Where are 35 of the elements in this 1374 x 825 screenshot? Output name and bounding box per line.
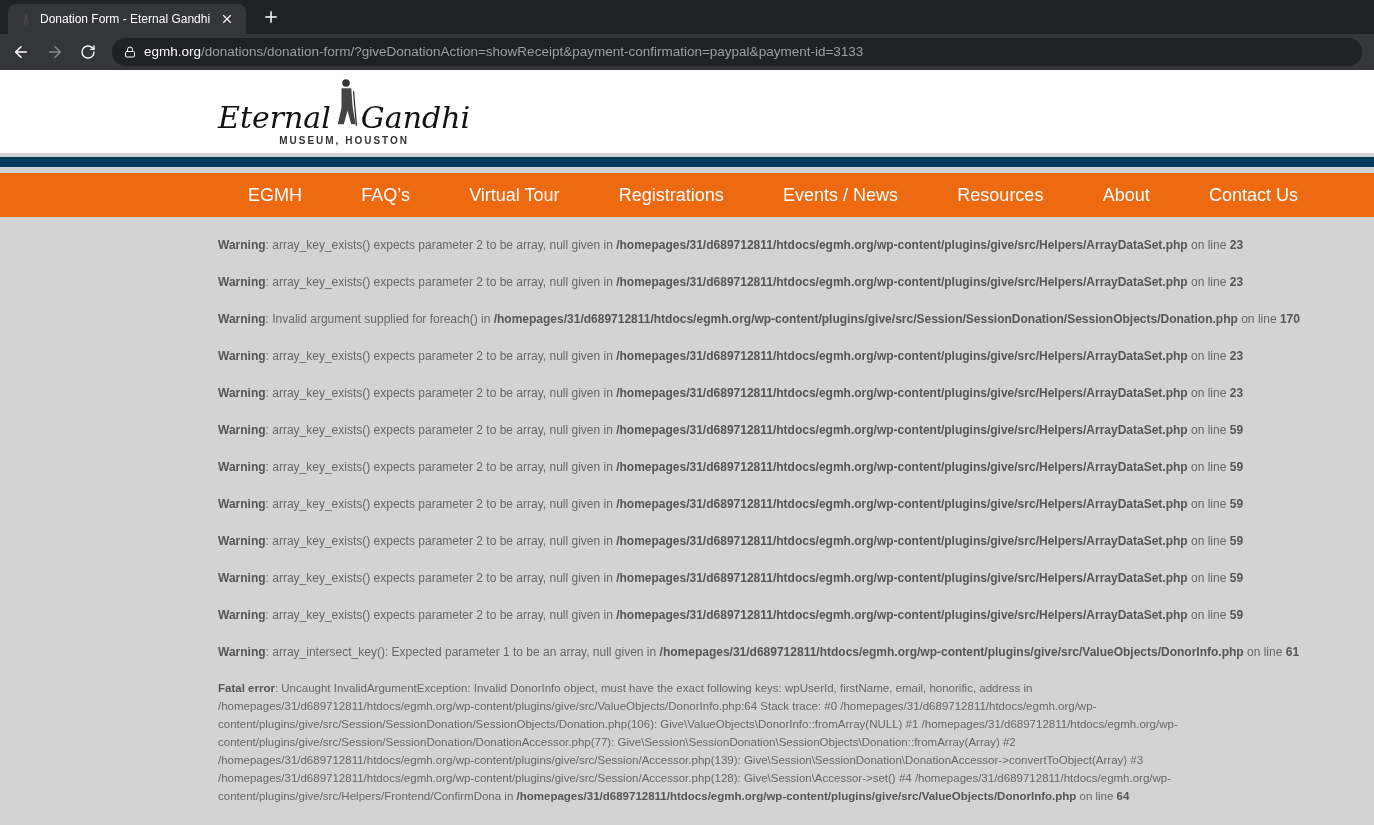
- php-warning: Warning: array_key_exists() expects parameter 2 to be array, null given in /homepages/31/d689712811/htdocs/egmh.org/wp-content/plugins/give/src/Helpers/ArrayDataSet.php on line 59: [218, 570, 1245, 586]
- nav-link[interactable]: FAQ’s: [361, 181, 410, 209]
- php-warning: Warning: array_key_exists() expects parameter 2 to be array, null given in /homepages/31/d689712811/htdocs/egmh.org/wp-content/plugins/give/src/Helpers/ArrayDataSet.php on line 23: [218, 237, 1245, 253]
- php-warning: Warning: array_key_exists() expects parameter 2 to be array, null given in /homepages/31/d689712811/htdocs/egmh.org/wp-content/plugins/give/src/Helpers/ArrayDataSet.php on line 59: [218, 607, 1245, 623]
- logo-word: Eternal: [218, 103, 331, 133]
- back-icon[interactable]: [12, 43, 30, 61]
- nav-link[interactable]: EGMH: [248, 181, 302, 209]
- nav-link[interactable]: About: [1102, 181, 1150, 209]
- address-field[interactable]: egmh.org/donations/donation-form/?giveDonationAction=showReceipt&payment-confirmation=paypal&payment-id=3133: [112, 38, 1362, 66]
- logo-word: Gandhi: [360, 103, 471, 133]
- php-warning: Warning: array_intersect_key(): Expected parameter 1 to be an array, null given in /homepages/31/d689712811/htdocs/egmh.org/wp-content/plugins/give/src/ValueObjects/DonorInfo.php on line 61: [218, 644, 1301, 660]
- php-warning: Warning: array_key_exists() expects parameter 2 to be array, null given in /homepages/31/d689712811/htdocs/egmh.org/wp-content/plugins/give/src/Helpers/ArrayDataSet.php on line 59: [218, 422, 1245, 438]
- php-warning: Warning: array_key_exists() expects parameter 2 to be array, null given in /homepages/31/d689712811/htdocs/egmh.org/wp-content/plugins/give/src/Helpers/ArrayDataSet.php on line 23: [218, 274, 1245, 290]
- forward-icon[interactable]: [46, 43, 64, 61]
- php-warning: Warning: array_key_exists() expects parameter 2 to be array, null given in /homepages/31/d689712811/htdocs/egmh.org/wp-content/plugins/give/src/Helpers/ArrayDataSet.php on line 59: [218, 496, 1245, 512]
- nav-link[interactable]: Virtual Tour: [469, 181, 560, 209]
- php-warning: Warning: array_key_exists() expects parameter 2 to be array, null given in /homepages/31/d689712811/htdocs/egmh.org/wp-content/plugins/give/src/Helpers/ArrayDataSet.php on line 59: [218, 459, 1245, 475]
- museum-logo[interactable]: Eternal Gandhi MUSEUM, HOUSTON: [218, 75, 471, 148]
- nav-link[interactable]: Registrations: [618, 181, 724, 209]
- php-warning: Warning: array_key_exists() expects parameter 2 to be array, null given in /homepages/31/d689712811/htdocs/egmh.org/wp-content/plugins/give/src/Helpers/ArrayDataSet.php on line 59: [218, 533, 1245, 549]
- nav-link[interactable]: Contact Us: [1208, 181, 1298, 209]
- php-warning: Warning: array_key_exists() expects parameter 2 to be array, null given in /homepages/31/d689712811/htdocs/egmh.org/wp-content/plugins/give/src/Helpers/ArrayDataSet.php on line 23: [218, 385, 1245, 401]
- reload-icon[interactable]: [80, 44, 96, 60]
- php-fatal-error: Fatal error: Uncaught InvalidArgumentException: Invalid DonorInfo object, must have the exact following keys: wpUserId, firstName, email, honorific, address in /homepages/31/d689712811/htdocs/egmh.org/wp-content/plugins/give/src/ValueObjects/DonorInfo.php:64 Stack trace: #0 /homepages/31/d689712811/htdocs/egmh.org/wp-content/plugins/give/src/Session/SessionDonation/SessionObjects/Donation.php(106): Give\ValueObjects\DonorInfo::fromArray(NULL) #1 /homepages/31/d689712811/htdocs/egmh.org/wp-content/plugins/give/src/Session/SessionDonation/DonationAccessor.php(77): Give\Session\SessionDonation\SessionObjects\Donation::fromArray(Array) #2 /homepages/31/d689712811/htdocs/egmh.org/wp-content/plugins/give/src/Session/Accessor.php(139): Give\Session\SessionDonation\DonationAccessor->convertToObject(Array) #3 /homepages/31/d689712811/htdocs/egmh.org/wp-content/plugins/give/src/Session/Accessor.php(128): Give\Session\Accessor->set() #4 /homepages/31/d689712811/htdocs/egmh.org/wp-content/plugins/give/src/Helpers/Frontend/ConfirmDona in /homepages/31/d689712811/htdocs/egmh.org/wp-content/plugins/give/src/ValueObjects/DonorInfo.php on line 64: [218, 681, 1179, 804]
- php-warning: Warning: array_key_exists() expects parameter 2 to be array, null given in /homepages/31/d689712811/htdocs/egmh.org/wp-content/plugins/give/src/Helpers/ArrayDataSet.php on line 23: [218, 348, 1245, 364]
- nav-link[interactable]: Resources: [957, 181, 1044, 209]
- logo-subtitle: MUSEUM, HOUSTON: [279, 134, 409, 148]
- nav-link[interactable]: Events / News: [783, 181, 899, 209]
- tab-title: Donation Form - Eternal Gandhi: [40, 11, 212, 28]
- url-text: egmh.org/donations/donation-form/?giveDonationAction=showReceipt&payment-confirmation=paypal&payment-id=3133: [144, 42, 864, 61]
- new-tab-icon[interactable]: [262, 8, 280, 26]
- close-icon[interactable]: [220, 12, 234, 26]
- php-warning: Warning: Invalid argument supplied for foreach() in /homepages/31/d689712811/htdocs/egmh.org/wp-content/plugins/give/src/Session/SessionDonation/SessionObjects/Donation.php on line 170: [218, 311, 1301, 327]
- lock-icon: [124, 46, 136, 58]
- browser-tab[interactable]: Donation Form - Eternal Gandhi: [8, 4, 246, 34]
